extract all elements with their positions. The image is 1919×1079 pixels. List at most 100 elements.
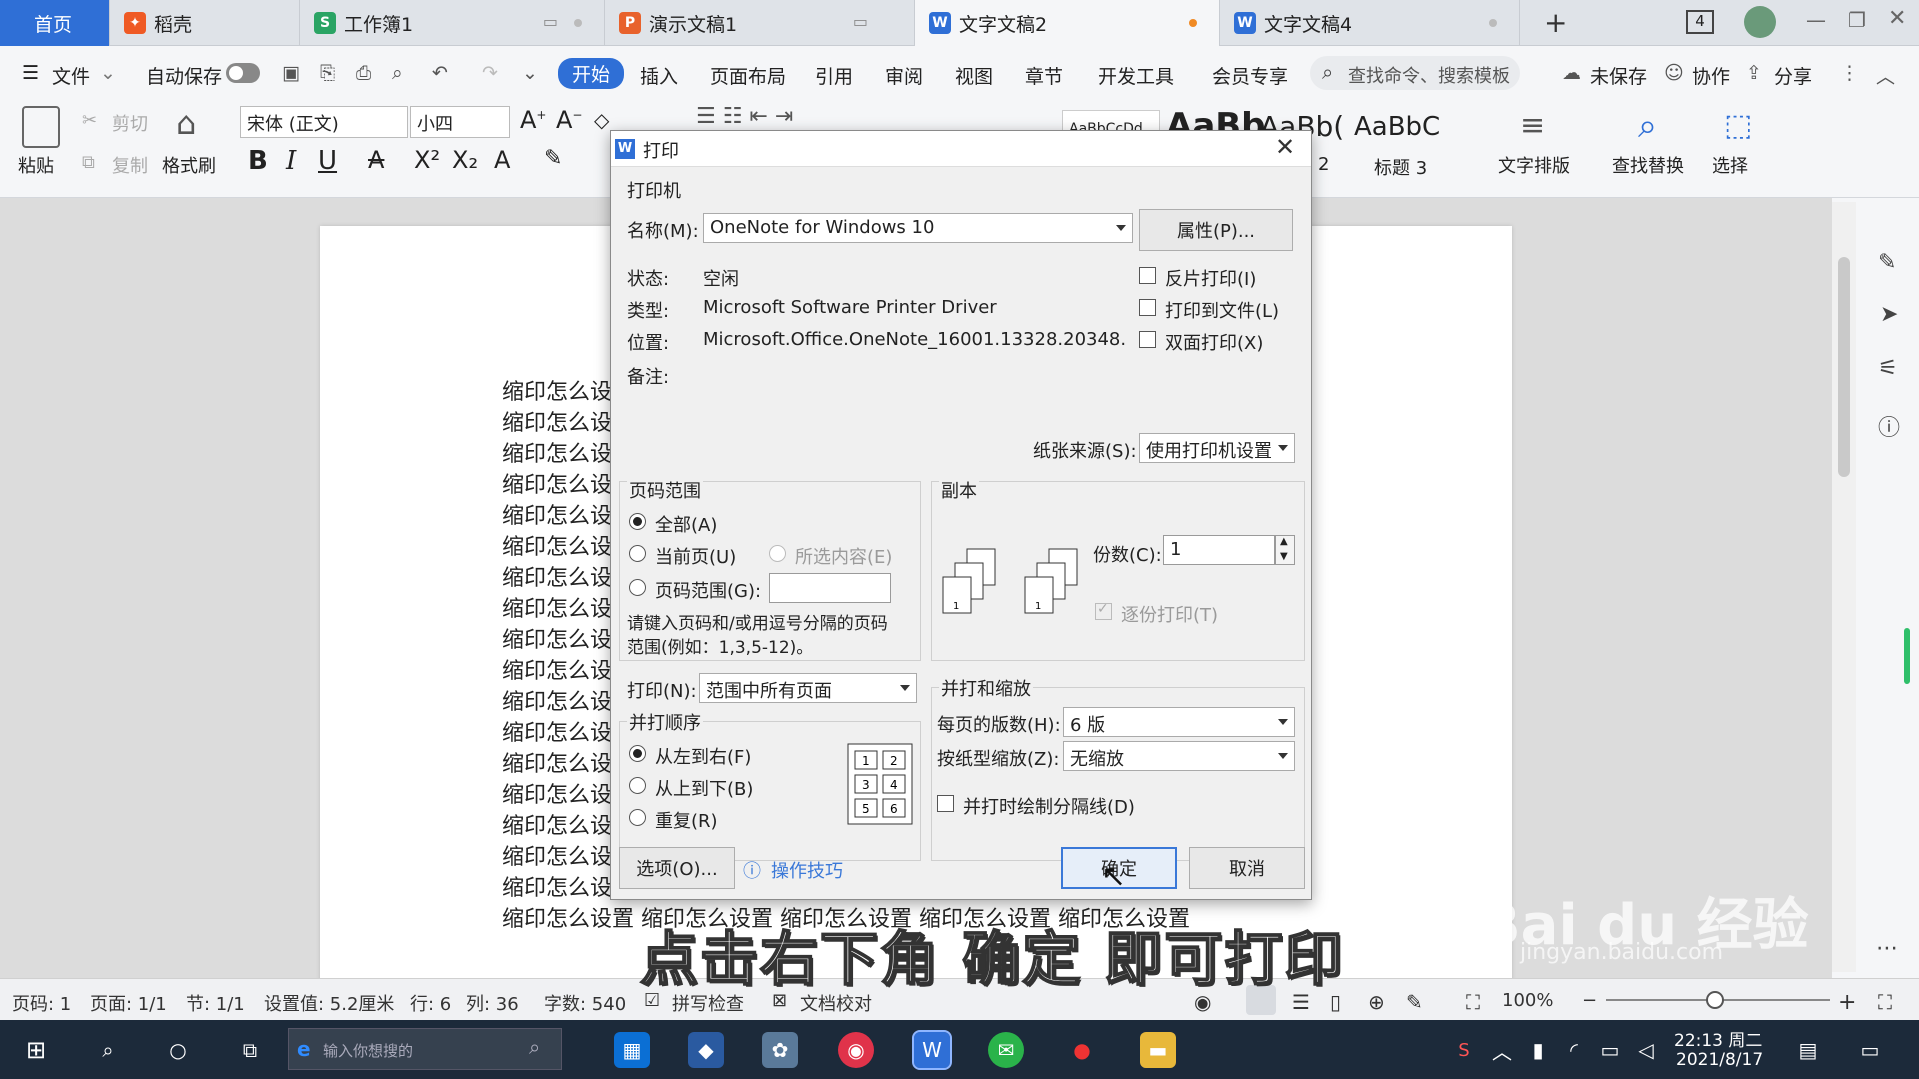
order-ttb-radio[interactable] [629, 777, 646, 794]
clock-date[interactable]: 2021/8/17 [1676, 1050, 1763, 1070]
cancel-button[interactable]: 取消 [1189, 847, 1305, 889]
scale-select[interactable]: 无缩放 [1063, 741, 1295, 771]
duplex-label[interactable]: 双面打印(X) [1165, 329, 1263, 355]
hamburger-icon[interactable]: ☰ [22, 62, 39, 84]
text-layout-button[interactable]: 文字排版 [1498, 152, 1570, 178]
italic-button[interactable]: I [286, 146, 296, 176]
tab-workbook1[interactable]: S 工作簿1 ▭ [300, 0, 605, 46]
order-ltr-radio[interactable] [629, 745, 646, 762]
print-what-select[interactable]: 范围中所有页面 [699, 673, 917, 703]
notification-icon[interactable]: ▭ [1852, 1032, 1888, 1068]
autosave-toggle[interactable] [226, 63, 260, 83]
tab-document2[interactable]: W 文字文稿2 [915, 0, 1220, 46]
order-repeat-radio[interactable] [629, 809, 646, 826]
wechat-icon[interactable]: ✉ [988, 1032, 1024, 1068]
zoom-in-icon[interactable]: + [1838, 990, 1856, 1015]
select-button[interactable]: 选择 [1712, 152, 1748, 178]
format-painter-button[interactable]: 格式刷 [162, 152, 216, 178]
order-ttb-label[interactable]: 从上到下(B) [655, 775, 753, 801]
fullscreen-icon[interactable]: ⛶ [1878, 990, 1892, 1014]
reverse-print-checkbox[interactable] [1139, 267, 1156, 284]
menu-references[interactable]: 引用 [815, 62, 853, 89]
draw-borders-checkbox[interactable] [937, 795, 954, 812]
strikethrough-icon[interactable]: A [368, 146, 384, 174]
superscript-icon[interactable]: X² [414, 146, 440, 174]
tips-link[interactable]: 操作技巧 [771, 857, 843, 883]
collapse-ribbon-icon[interactable]: ︿ [1876, 62, 1895, 89]
zoom-out-icon[interactable]: − [1582, 990, 1597, 1011]
notes-icon[interactable]: ▤ [1790, 1032, 1826, 1068]
tab-presentation1[interactable]: P 演示文稿1 ▭ [605, 0, 915, 46]
draw-borders-label[interactable]: 并打时绘制分隔线(D) [963, 793, 1135, 819]
undo-icon[interactable]: ↶ [432, 62, 448, 84]
bold-button[interactable]: B [248, 146, 268, 176]
range-all-label[interactable]: 全部(A) [655, 511, 717, 537]
range-selection-label[interactable]: 所选内容(E) [795, 543, 892, 569]
print-preview-icon[interactable]: ⌕ [392, 62, 403, 84]
folder-icon[interactable]: ▬ [1140, 1032, 1176, 1068]
restore-icon[interactable]: ❐ [1848, 8, 1866, 32]
wps-writer-icon[interactable]: W [912, 1030, 952, 1070]
tab-document4[interactable]: W 文字文稿4 [1220, 0, 1520, 46]
settings-sliders-icon[interactable]: ⚟ [1878, 356, 1898, 381]
highlight-icon[interactable]: ✎ [544, 146, 562, 171]
tab-home[interactable]: 首页 [0, 0, 110, 46]
text-effect-icon[interactable]: A [494, 146, 510, 174]
search-icon[interactable]: ⌕ [90, 1032, 126, 1068]
status-words[interactable]: 字数: 540 [544, 990, 626, 1016]
menu-developer[interactable]: 开发工具 [1098, 62, 1174, 89]
paper-source-select[interactable]: 使用打印机设置 [1139, 433, 1295, 463]
range-selection-radio[interactable] [769, 545, 786, 562]
pointer-icon[interactable]: ➤ [1880, 302, 1898, 327]
export-icon[interactable]: ⎘ [320, 62, 335, 84]
menu-view[interactable]: 视图 [955, 62, 993, 89]
subscript-icon[interactable]: X₂ [452, 146, 478, 174]
web-view-icon[interactable]: ⊕ [1368, 990, 1385, 1014]
app-icon[interactable]: ✿ [762, 1032, 798, 1068]
zoom-slider-thumb[interactable] [1706, 991, 1724, 1009]
chevron-down-icon[interactable]: ⌄ [100, 62, 116, 84]
copies-input[interactable]: 1 [1163, 535, 1275, 565]
collate-checkbox[interactable]: ✓ [1095, 601, 1112, 620]
grow-font-icon[interactable]: A+ [520, 106, 546, 134]
clock-time[interactable]: 22:13 周二 [1674, 1026, 1762, 1051]
scrollbar-thumb[interactable] [1838, 257, 1850, 477]
collab-button[interactable]: 协作 [1692, 62, 1730, 89]
command-search[interactable]: ⌕ 查找命令、搜索模板 [1310, 56, 1520, 90]
range-current-radio[interactable] [629, 545, 646, 562]
camera-icon[interactable]: ◉ [838, 1032, 874, 1068]
edit-pen-icon[interactable]: ✎ [1878, 250, 1896, 275]
ime-icon[interactable]: S [1446, 1032, 1482, 1068]
app-icon[interactable]: ◆ [688, 1032, 724, 1068]
cortana-icon[interactable]: ○ [160, 1032, 196, 1068]
range-pages-label[interactable]: 页码范围(G): [655, 577, 761, 603]
wifi-icon[interactable]: ◜ [1556, 1032, 1592, 1068]
menu-file[interactable]: 文件 [52, 62, 90, 89]
windows-start-icon[interactable]: ⊞ [18, 1032, 54, 1068]
close-icon[interactable]: ✕ [1275, 133, 1295, 161]
share-button[interactable]: 分享 [1774, 62, 1812, 89]
collate-label[interactable]: 逐份打印(T) [1121, 601, 1218, 627]
tray-icon[interactable]: ▮ [1520, 1032, 1556, 1068]
more-options-icon[interactable]: ⋯ [1876, 936, 1898, 961]
new-tab-button[interactable]: + [1544, 6, 1567, 39]
write-view-icon[interactable]: ✎ [1406, 990, 1423, 1014]
window-count-button[interactable]: 4 [1686, 10, 1714, 34]
options-button[interactable]: 选项(O)... [619, 847, 735, 889]
zoom-level[interactable]: 100% [1502, 990, 1553, 1011]
battery-icon[interactable]: ▭ [1592, 1032, 1628, 1068]
style-heading3-sample[interactable]: AaBbC [1354, 112, 1440, 142]
shrink-font-icon[interactable]: A− [556, 106, 582, 134]
cut-button[interactable]: 剪切 [112, 110, 148, 136]
close-icon[interactable]: ✕ [1888, 6, 1906, 31]
fit-icon[interactable]: ⛶ [1466, 990, 1480, 1014]
order-repeat-label[interactable]: 重复(R) [655, 807, 718, 833]
task-view-icon[interactable]: ⧉ [232, 1032, 268, 1068]
tab-docer[interactable]: ✦ 稻壳 [110, 0, 300, 46]
store-icon[interactable]: ▦ [614, 1032, 650, 1068]
paste-icon[interactable] [22, 106, 60, 148]
more-icon[interactable]: ⋮ [1840, 62, 1859, 84]
menu-insert[interactable]: 插入 [640, 62, 678, 89]
font-size-select[interactable]: 小四 [410, 106, 510, 138]
vertical-scrollbar[interactable] [1832, 202, 1856, 972]
